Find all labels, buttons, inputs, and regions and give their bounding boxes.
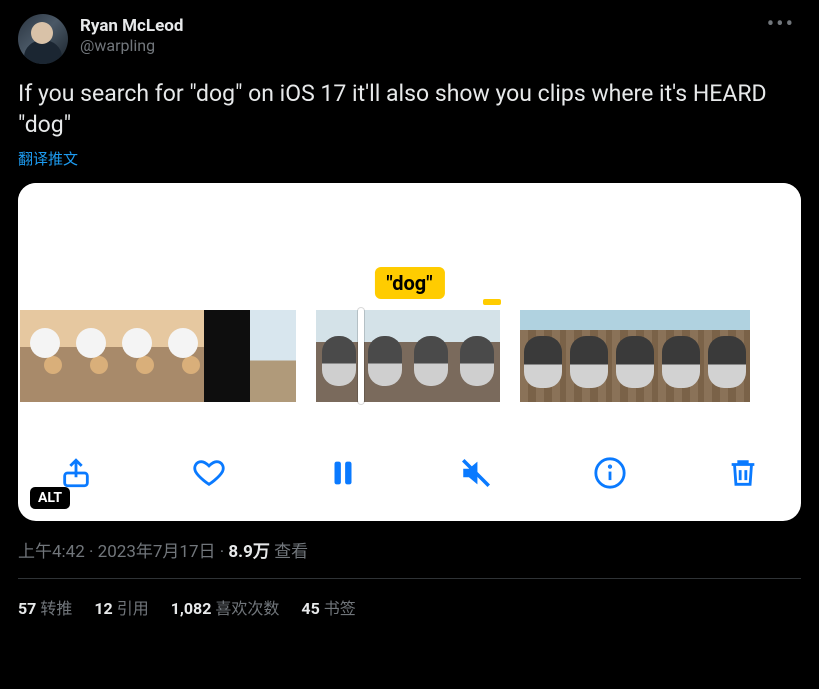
avatar[interactable] <box>18 14 68 64</box>
thumbnail <box>408 310 454 402</box>
thumbnail <box>454 310 500 402</box>
retweets-stat[interactable]: 57转推 <box>18 595 72 619</box>
tweet-container: Ryan McLeod @warpling ••• If you search … <box>0 0 819 619</box>
thumbnail <box>250 310 296 402</box>
quotes-stat[interactable]: 12引用 <box>94 595 148 619</box>
video-timeline[interactable] <box>18 310 801 402</box>
thumbnail <box>658 310 704 402</box>
author-names[interactable]: Ryan McLeod @warpling <box>80 14 761 57</box>
thumbnail <box>112 310 158 402</box>
views-count: 8.9万 <box>228 542 269 562</box>
clip-group[interactable] <box>520 310 750 402</box>
bookmarks-stat[interactable]: 45书签 <box>301 595 355 619</box>
tweet-meta: 上午4:42 · 2023年7月17日 · 8.9万 查看 <box>18 537 801 562</box>
tweet-text: If you search for "dog" on iOS 17 it'll … <box>18 78 801 140</box>
thumbnail <box>704 310 750 402</box>
clip-group[interactable] <box>316 310 500 402</box>
thumbnail <box>612 310 658 402</box>
heart-icon[interactable] <box>189 453 229 493</box>
search-tag: "dog" <box>374 267 444 299</box>
handle: @warpling <box>80 36 761 57</box>
media-toolbar <box>18 443 801 503</box>
likes-stat[interactable]: 1,082喜欢次数 <box>171 595 280 619</box>
display-name: Ryan McLeod <box>80 16 761 36</box>
playhead[interactable] <box>358 308 364 404</box>
thumbnail <box>158 310 204 402</box>
views-label: 查看 <box>270 542 308 562</box>
thumbnail <box>362 310 408 402</box>
thumbnail <box>520 310 566 402</box>
mute-icon[interactable] <box>456 453 496 493</box>
media-whitespace: "dog" <box>18 183 801 309</box>
media-card[interactable]: "dog" <box>18 183 801 521</box>
info-icon[interactable] <box>590 453 630 493</box>
alt-badge[interactable]: ALT <box>30 487 70 509</box>
clip-group[interactable] <box>20 310 296 402</box>
thumbnail <box>316 310 362 402</box>
tweet-date[interactable]: 2023年7月17日 <box>98 542 216 562</box>
thumbnail <box>66 310 112 402</box>
thumbnail <box>20 310 66 402</box>
pause-icon[interactable] <box>323 453 363 493</box>
tweet-stats: 57转推 12引用 1,082喜欢次数 45书签 <box>18 579 801 619</box>
thumbnail <box>204 310 250 402</box>
thumbnail <box>566 310 612 402</box>
translate-link[interactable]: 翻译推文 <box>18 148 78 169</box>
trash-icon[interactable] <box>723 453 763 493</box>
more-icon[interactable]: ••• <box>761 14 801 36</box>
tweet-time[interactable]: 上午4:42 <box>18 542 85 562</box>
tweet-header: Ryan McLeod @warpling ••• <box>18 14 801 64</box>
timeline-marker <box>483 299 501 305</box>
